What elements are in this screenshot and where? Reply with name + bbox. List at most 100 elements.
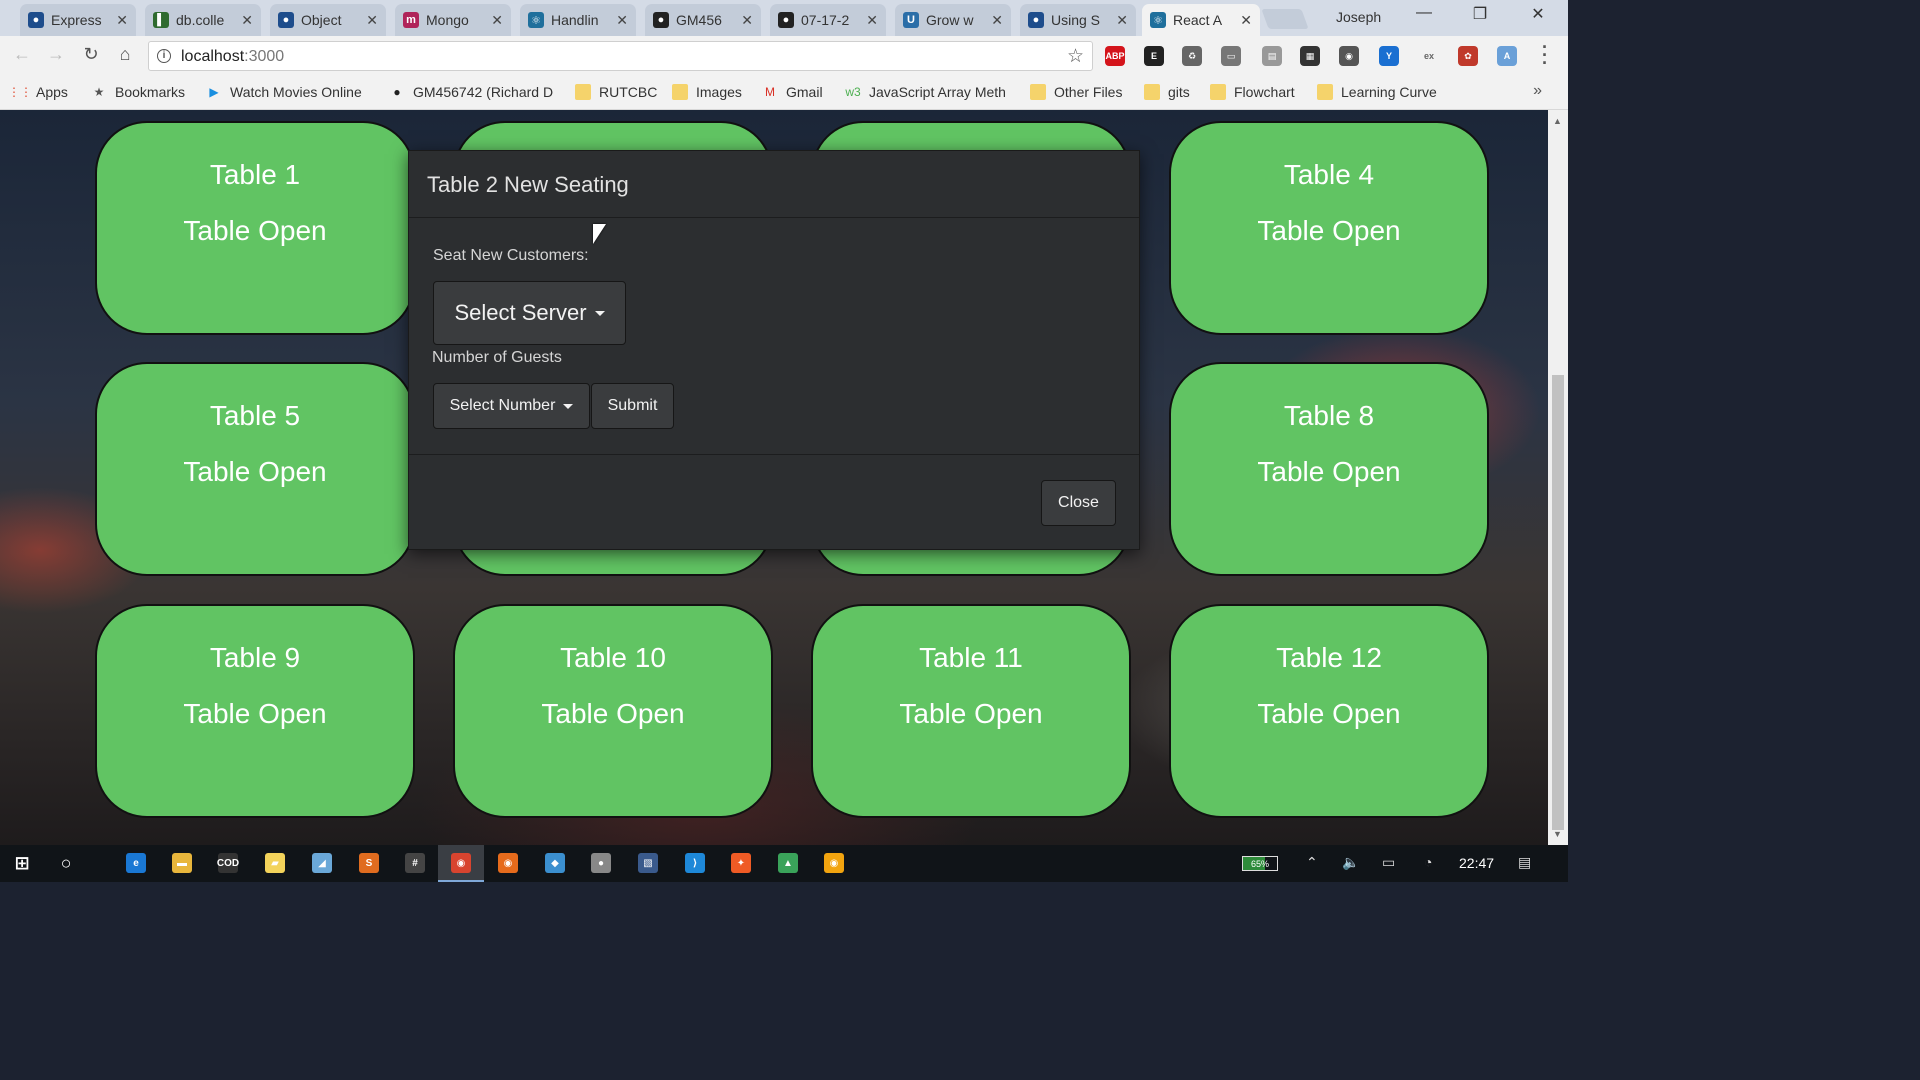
home-icon[interactable]: ⌂ — [114, 44, 136, 65]
table-card-1[interactable]: Table 1 Table Open — [95, 121, 415, 335]
scroll-thumb[interactable] — [1552, 375, 1564, 830]
postman-icon[interactable]: ✦ — [731, 853, 751, 873]
window-close-button[interactable]: ✕ — [1528, 4, 1548, 24]
table-card-10[interactable]: Table 10 Table Open — [453, 604, 773, 818]
bookmark-learning-curve[interactable]: Learning Curve — [1317, 84, 1437, 100]
ex-extension-icon[interactable]: ex — [1419, 46, 1439, 66]
bookmark-apps[interactable]: ⋮⋮ Apps — [8, 84, 68, 100]
browser-tab[interactable]: ● Using S ✕ — [1020, 4, 1136, 36]
close-button[interactable]: Close — [1041, 480, 1116, 526]
page-scrollbar[interactable]: ▲ ▼ — [1548, 110, 1568, 845]
bookmark-gits[interactable]: gits — [1144, 84, 1190, 100]
bookmark-star-icon[interactable]: ☆ — [1067, 45, 1084, 68]
cast-icon[interactable]: ▭ — [1221, 46, 1241, 66]
bookmark-gmail[interactable]: M Gmail — [762, 84, 823, 100]
firefox-icon[interactable]: ◉ — [498, 853, 518, 873]
table-card-12[interactable]: Table 12 Table Open — [1169, 604, 1489, 818]
bookmark-images[interactable]: Images — [672, 84, 742, 100]
browser-tab[interactable]: ▌ db.colle ✕ — [145, 4, 261, 36]
url-text[interactable]: localhost:3000 — [181, 48, 284, 66]
browser-tab[interactable]: ⚛ Handlin ✕ — [520, 4, 636, 36]
cortana-search-icon[interactable]: ○ — [56, 853, 76, 873]
browser-tab[interactable]: m Mongo ✕ — [395, 4, 511, 36]
reader-icon[interactable]: ▤ — [1262, 46, 1282, 66]
battery-icon[interactable]: ▭ — [1382, 854, 1395, 871]
reload-icon[interactable]: ↻ — [80, 44, 102, 65]
github-desktop-icon[interactable]: ● — [591, 853, 611, 873]
bookmark-rutcbc[interactable]: RUTCBC — [575, 84, 657, 100]
bookmarks-overflow-icon[interactable]: » — [1533, 82, 1542, 100]
bookmark-gm456742-richard-d[interactable]: ● GM456742 (Richard D — [389, 84, 553, 100]
edge-icon[interactable]: e — [126, 853, 146, 873]
start-button[interactable]: ⊞ — [12, 853, 32, 873]
restore-button[interactable]: ❐ — [1470, 4, 1490, 24]
red-extension-icon[interactable]: ✿ — [1458, 46, 1478, 66]
tab-close-icon[interactable]: ✕ — [741, 12, 753, 29]
browser-tab[interactable]: ● Object ✕ — [270, 4, 386, 36]
new-tab-button[interactable] — [1261, 9, 1309, 29]
profile-avatar-icon[interactable]: A — [1497, 46, 1517, 66]
chevron-up-icon[interactable]: ⌃ — [1306, 854, 1318, 871]
volume-icon[interactable]: 🔈 — [1342, 854, 1359, 871]
table-card-5[interactable]: Table 5 Table Open — [95, 362, 415, 576]
tab-close-icon[interactable]: ✕ — [366, 12, 378, 29]
action-center-icon[interactable]: ▤ — [1518, 854, 1531, 871]
tab-close-icon[interactable]: ✕ — [991, 12, 1003, 29]
tab-close-icon[interactable]: ✕ — [116, 12, 128, 29]
back-icon[interactable]: ← — [11, 44, 33, 65]
site-info-icon[interactable]: i — [157, 49, 171, 63]
bookmark-javascript-array-meth[interactable]: w3 JavaScript Array Meth — [845, 84, 1006, 100]
globe-icon[interactable]: ◉ — [1339, 46, 1359, 66]
scroll-down-icon[interactable]: ▼ — [1553, 829, 1562, 839]
tab-close-icon[interactable]: ✕ — [616, 12, 628, 29]
git-kraken-icon[interactable]: ◆ — [545, 853, 565, 873]
tab-close-icon[interactable]: ✕ — [1116, 12, 1128, 29]
browser-tab[interactable]: ● GM456 ✕ — [645, 4, 761, 36]
address-bar[interactable]: i localhost:3000 ☆ — [148, 41, 1093, 71]
qr-code-icon[interactable]: ▦ — [1300, 46, 1320, 66]
bookmark-watch-movies-online[interactable]: ▶ Watch Movies Online — [206, 84, 361, 100]
taskbar-clock[interactable]: 22:47 — [1459, 855, 1494, 871]
bookmark-bookmarks[interactable]: ★ Bookmarks — [91, 84, 185, 100]
browser-menu-icon[interactable]: · · · — [1540, 38, 1550, 72]
submit-button[interactable]: Submit — [591, 383, 674, 429]
select-server-dropdown[interactable]: Select Server — [433, 281, 626, 345]
file-explorer-icon[interactable]: ▬ — [172, 853, 192, 873]
forward-icon[interactable]: → — [45, 44, 67, 65]
minimize-button[interactable]: — — [1414, 4, 1434, 22]
profile-name[interactable]: Joseph — [1336, 9, 1381, 25]
tab-close-icon[interactable]: ✕ — [1240, 12, 1252, 29]
notepad-icon[interactable]: ◢ — [312, 853, 332, 873]
amber-app-icon[interactable]: ◉ — [824, 853, 844, 873]
tab-close-icon[interactable]: ✕ — [491, 12, 503, 29]
table-card-4[interactable]: Table 4 Table Open — [1169, 121, 1489, 335]
adblock-plus-icon[interactable]: ABP — [1105, 46, 1125, 66]
table-card-11[interactable]: Table 11 Table Open — [811, 604, 1131, 818]
table-status: Table Open — [183, 215, 327, 246]
cod-game-icon[interactable]: COD — [217, 853, 239, 873]
sticky-notes-icon[interactable]: ▰ — [265, 853, 285, 873]
slack-icon[interactable]: # — [405, 853, 425, 873]
vscode-icon[interactable]: ⟩ — [685, 853, 705, 873]
table-card-9[interactable]: Table 9 Table Open — [95, 604, 415, 818]
scroll-up-icon[interactable]: ▲ — [1553, 116, 1562, 126]
bookmark-flowchart[interactable]: Flowchart — [1210, 84, 1295, 100]
sublime-text-icon[interactable]: S — [359, 853, 379, 873]
browser-tab[interactable]: ● Express ✕ — [20, 4, 136, 36]
recycle-icon[interactable]: ♻ — [1182, 46, 1202, 66]
chrome-icon[interactable]: ◉ — [451, 853, 471, 873]
battery-percent-badge[interactable]: 65% — [1242, 856, 1278, 871]
ssms-icon[interactable]: ▧ — [638, 853, 658, 873]
bookmark-other-files[interactable]: Other Files — [1030, 84, 1122, 100]
atom-icon[interactable]: ▲ — [778, 853, 798, 873]
browser-tab[interactable]: ● 07-17-2 ✕ — [770, 4, 886, 36]
select-number-dropdown[interactable]: Select Number — [433, 383, 590, 429]
tab-close-icon[interactable]: ✕ — [241, 12, 253, 29]
evernote-icon[interactable]: E — [1144, 46, 1164, 66]
browser-tab[interactable]: ⚛ React A ✕ — [1142, 4, 1260, 36]
tab-close-icon[interactable]: ✕ — [866, 12, 878, 29]
table-card-8[interactable]: Table 8 Table Open — [1169, 362, 1489, 576]
wifi-icon[interactable]: ◔ — [1424, 854, 1432, 870]
y-extension-icon[interactable]: Y — [1379, 46, 1399, 66]
browser-tab[interactable]: U Grow w ✕ — [895, 4, 1011, 36]
